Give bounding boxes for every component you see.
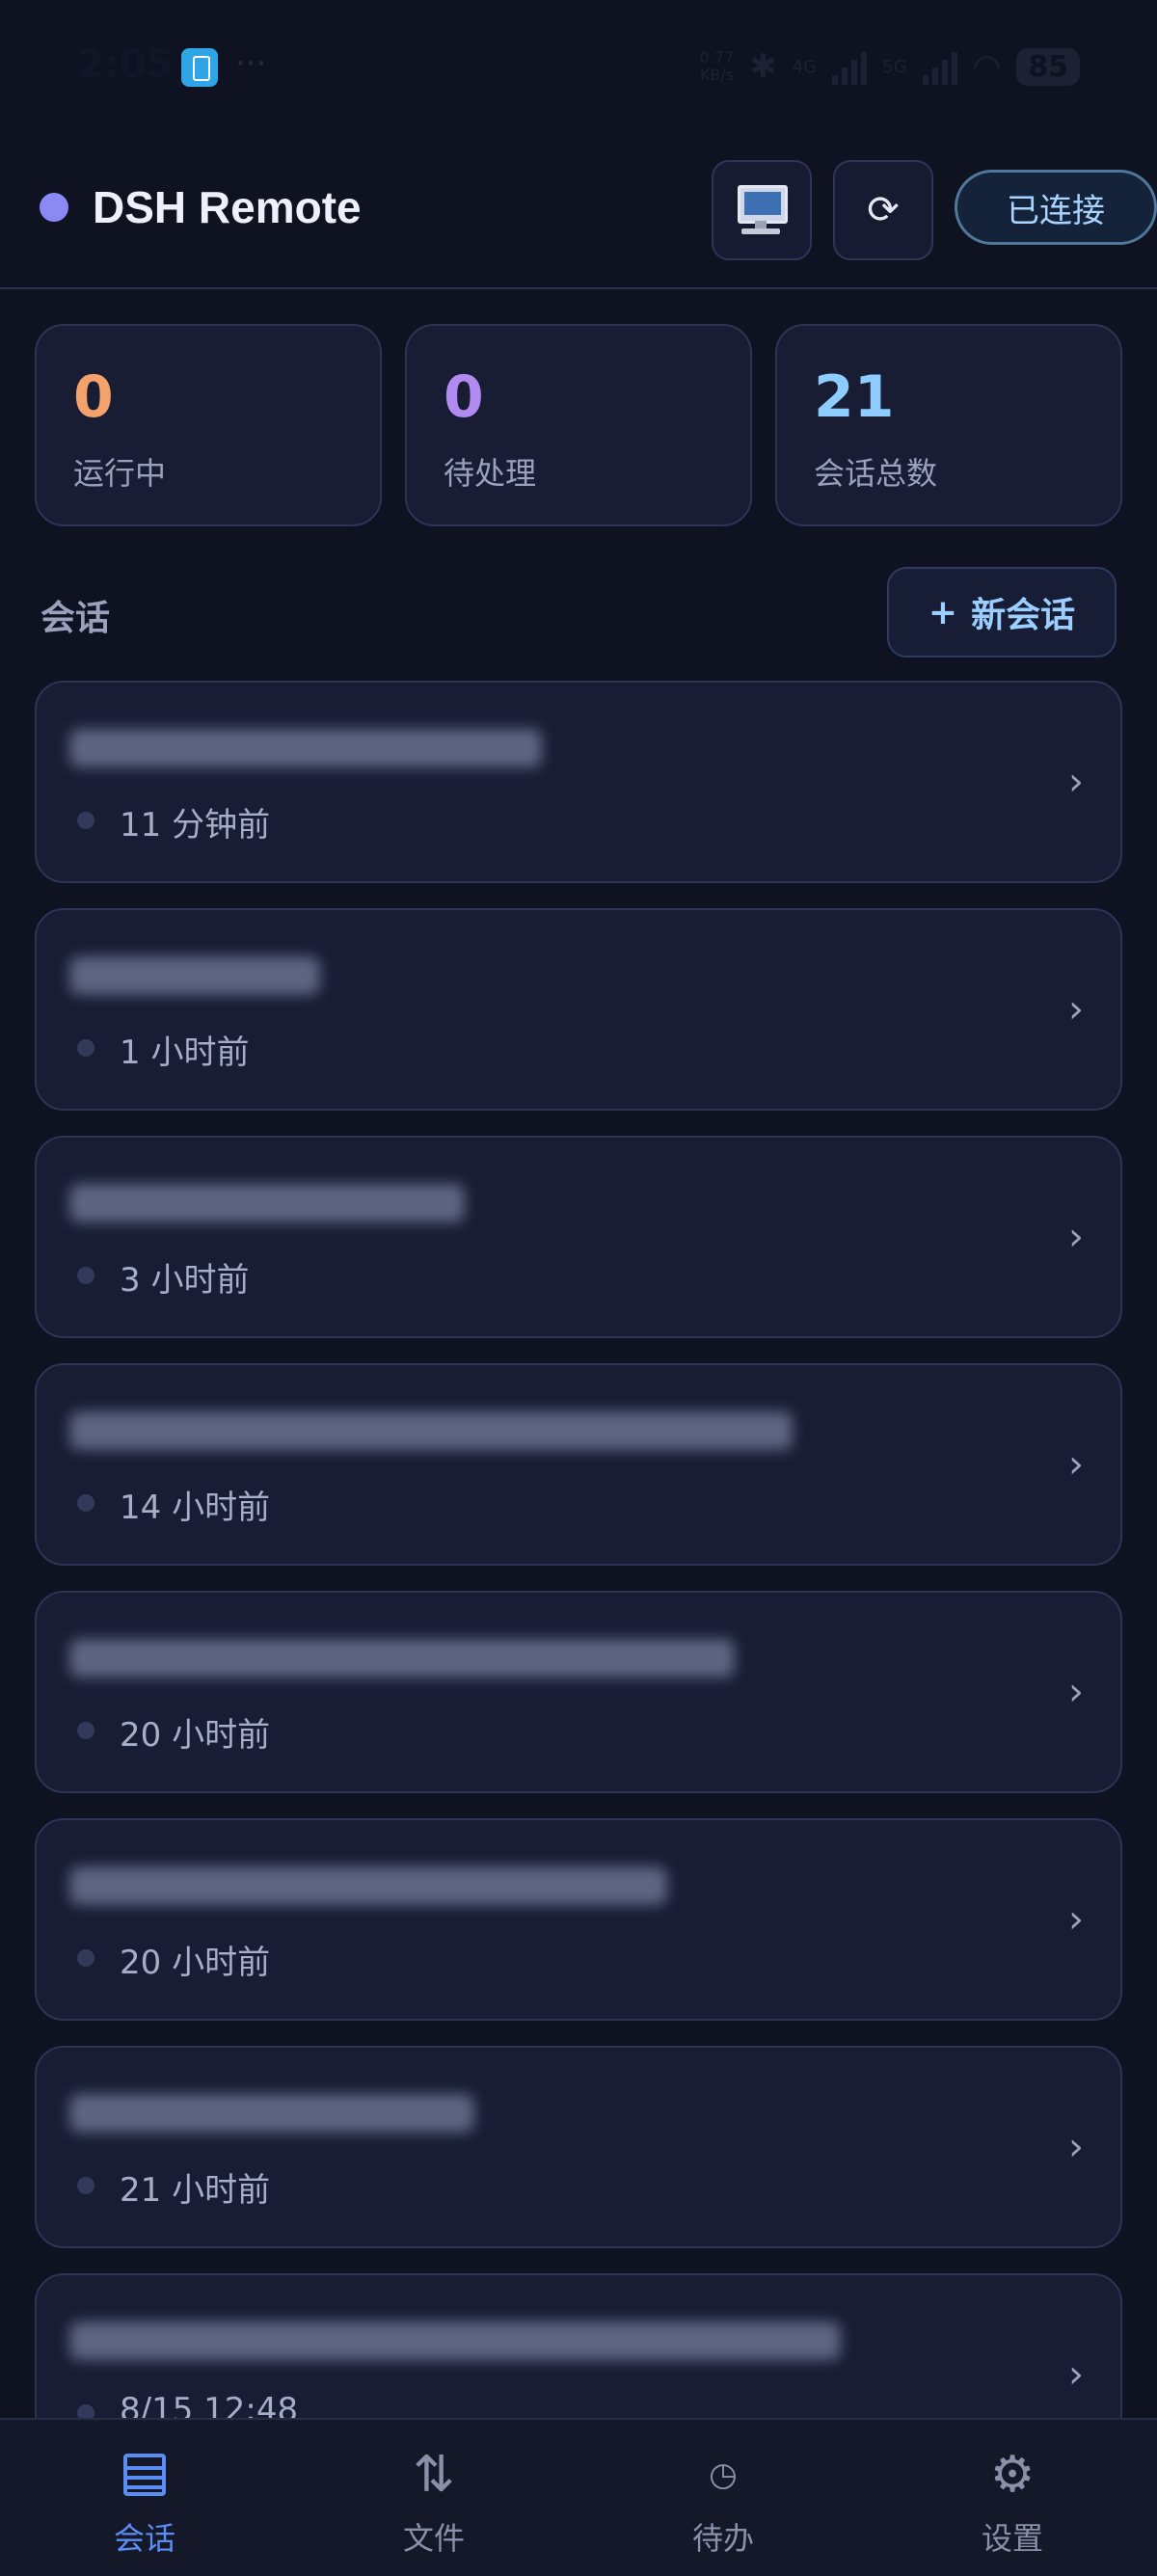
status-time: 2:05 bbox=[77, 42, 174, 87]
refresh-button[interactable]: ⟳ bbox=[833, 160, 933, 260]
app-title: DSH Remote bbox=[93, 182, 362, 232]
stats-row: 0 运行中 0 待处理 21 会话总数 bbox=[35, 324, 1122, 526]
chevron-right-icon: › bbox=[1068, 1442, 1084, 1487]
session-status-dot bbox=[77, 1722, 94, 1739]
chevron-right-icon: › bbox=[1068, 760, 1084, 804]
list-icon bbox=[123, 2454, 166, 2496]
session-item[interactable]: 20 小时前 › bbox=[35, 1591, 1122, 1793]
session-time: 14 小时前 bbox=[120, 1489, 271, 1527]
session-status-dot bbox=[77, 1494, 94, 1512]
chevron-right-icon: › bbox=[1068, 1215, 1084, 1259]
stat-pending-label: 待处理 bbox=[444, 455, 537, 492]
desktop-computer-icon bbox=[736, 185, 788, 235]
session-item[interactable]: 3 小时前 › bbox=[35, 1136, 1122, 1338]
app-header: DSH Remote ⟳ 已连接 bbox=[0, 145, 1157, 289]
session-status-dot bbox=[77, 812, 94, 829]
tab-sessions[interactable]: 会话 bbox=[0, 2420, 289, 2576]
session-item[interactable]: 20 小时前 › bbox=[35, 1818, 1122, 2021]
network-type-2: 5G bbox=[882, 56, 907, 77]
signal-icon-2 bbox=[922, 48, 957, 85]
stat-pending-value: 0 bbox=[444, 363, 484, 431]
desktop-button[interactable] bbox=[712, 160, 812, 260]
stat-running-label: 运行中 bbox=[73, 455, 167, 492]
stat-pending: 0 待处理 bbox=[405, 324, 752, 526]
plus-icon: + bbox=[928, 592, 958, 632]
new-session-button[interactable]: + 新会话 bbox=[887, 567, 1117, 657]
session-status-dot bbox=[77, 1039, 94, 1057]
session-title-redacted bbox=[69, 1639, 735, 1677]
session-title-redacted bbox=[69, 1411, 793, 1450]
tab-files-label: 文件 bbox=[402, 2520, 465, 2557]
battery-indicator: 85 bbox=[1016, 47, 1080, 86]
transfer-icon: ⇅ bbox=[413, 2446, 455, 2504]
refresh-icon: ⟳ bbox=[867, 188, 900, 232]
status-indicators: 0.77 KB/s ✱ 4G 5G ◠ 85 bbox=[700, 42, 1080, 91]
stat-running-value: 0 bbox=[73, 363, 114, 431]
session-list: 11 分钟前 › 1 小时前 › 3 小时前 › 14 小时前 › 20 小时前… bbox=[35, 681, 1122, 2501]
session-status-dot bbox=[77, 1949, 94, 1967]
session-title-redacted bbox=[69, 2094, 474, 2133]
session-time: 21 小时前 bbox=[120, 2171, 271, 2210]
app-notification-icon bbox=[181, 48, 218, 87]
tab-sessions-label: 会话 bbox=[113, 2520, 175, 2557]
session-item[interactable]: 21 小时前 › bbox=[35, 2046, 1122, 2248]
sessions-section-title: 会话 bbox=[40, 599, 111, 638]
stat-total-value: 21 bbox=[814, 363, 895, 431]
more-notifications-icon: ··· bbox=[235, 44, 267, 83]
status-bar: 2:05 ··· 0.77 KB/s ✱ 4G 5G ◠ 85 bbox=[0, 0, 1157, 135]
session-item[interactable]: 11 分钟前 › bbox=[35, 681, 1122, 883]
chevron-right-icon: › bbox=[1068, 2352, 1084, 2397]
tab-settings[interactable]: ⚙ 设置 bbox=[868, 2420, 1157, 2576]
tab-files[interactable]: ⇅ 文件 bbox=[289, 2420, 578, 2576]
clock-icon: ◷ bbox=[709, 2455, 738, 2494]
session-title-redacted bbox=[69, 1184, 465, 1222]
bluetooth-icon: ✱ bbox=[749, 47, 777, 86]
session-time: 11 分钟前 bbox=[120, 806, 271, 845]
session-title-redacted bbox=[69, 956, 320, 995]
chevron-right-icon: › bbox=[1068, 987, 1084, 1032]
session-title-redacted bbox=[69, 729, 542, 767]
tab-settings-label: 设置 bbox=[981, 2520, 1043, 2557]
session-title-redacted bbox=[69, 1866, 667, 1905]
chevron-right-icon: › bbox=[1068, 1670, 1084, 1714]
tab-todo-label: 待办 bbox=[691, 2520, 754, 2557]
chevron-right-icon: › bbox=[1068, 1897, 1084, 1942]
new-session-label: 新会话 bbox=[971, 596, 1076, 635]
session-title-redacted bbox=[69, 2321, 841, 2360]
wifi-icon: ◠ bbox=[972, 47, 1002, 86]
stat-total-label: 会话总数 bbox=[814, 455, 938, 492]
signal-icon bbox=[832, 48, 868, 85]
network-speed: 0.77 KB/s bbox=[699, 48, 735, 84]
session-time: 20 小时前 bbox=[120, 1716, 271, 1755]
bottom-tab-bar: 会话 ⇅ 文件 ◷ 待办 ⚙ 设置 bbox=[0, 2418, 1157, 2576]
status-dot-icon bbox=[40, 193, 68, 222]
network-type-1: 4G bbox=[792, 56, 818, 77]
chevron-right-icon: › bbox=[1068, 2125, 1084, 2169]
session-time: 1 小时前 bbox=[120, 1033, 250, 1072]
connection-status-badge[interactable]: 已连接 bbox=[955, 170, 1157, 245]
session-item[interactable]: 1 小时前 › bbox=[35, 908, 1122, 1111]
stat-total: 21 会话总数 bbox=[775, 324, 1122, 526]
session-time: 20 小时前 bbox=[120, 1944, 271, 1982]
session-status-dot bbox=[77, 2177, 94, 2194]
tab-todo[interactable]: ◷ 待办 bbox=[578, 2420, 868, 2576]
stat-running: 0 运行中 bbox=[35, 324, 382, 526]
session-item[interactable]: 14 小时前 › bbox=[35, 1363, 1122, 1566]
gear-icon: ⚙ bbox=[989, 2446, 1036, 2504]
session-status-dot bbox=[77, 1267, 94, 1284]
session-time: 3 小时前 bbox=[120, 1261, 250, 1300]
